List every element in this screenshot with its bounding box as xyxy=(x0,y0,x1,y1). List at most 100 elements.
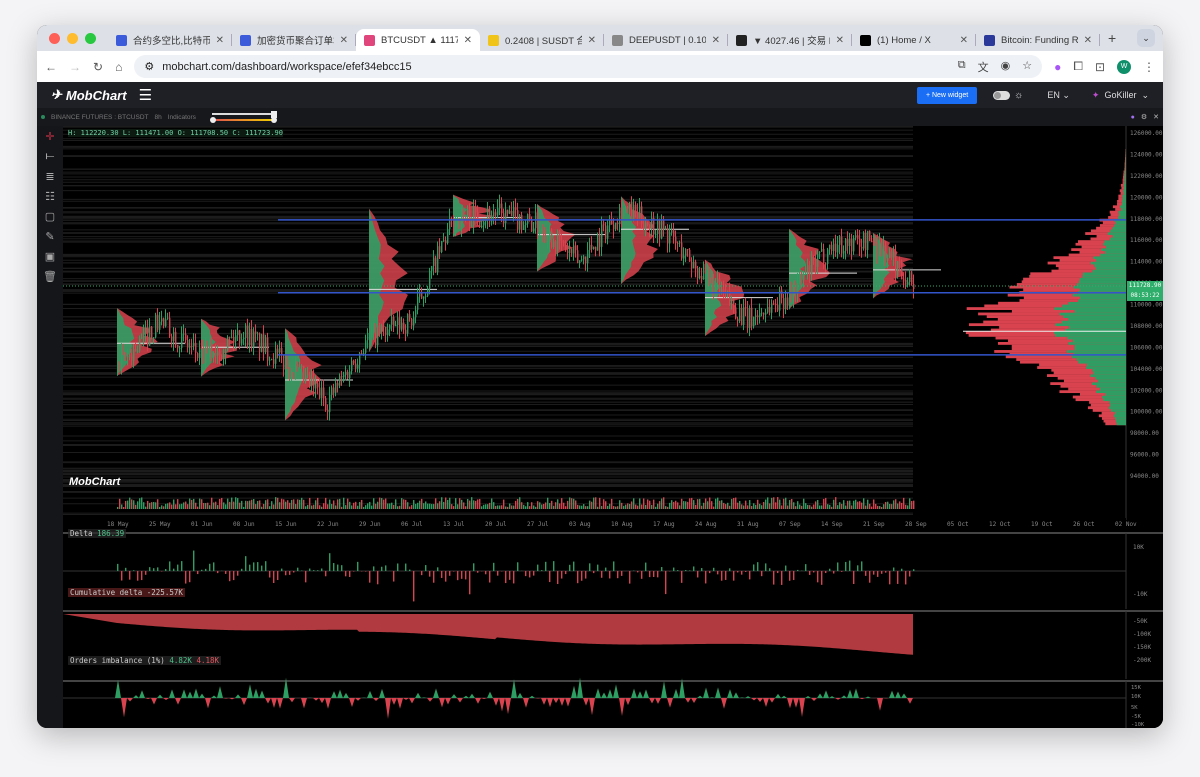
delta-bar xyxy=(165,569,167,571)
interval-select[interactable]: 8h xyxy=(155,114,162,121)
symbol-label[interactable]: BINANCE FUTURES : BTCUSDT xyxy=(51,114,149,121)
ruler-tool-icon[interactable]: ✎ xyxy=(45,230,54,243)
candle-body xyxy=(505,209,507,223)
new-tab-button[interactable]: + xyxy=(1100,30,1124,46)
close-tab-icon[interactable]: ✕ xyxy=(712,35,720,46)
tab-favicon-icon xyxy=(364,34,375,46)
tab-search-button[interactable]: ⌄ xyxy=(1137,29,1155,47)
close-tab-icon[interactable]: ✕ xyxy=(1084,35,1092,46)
reload-icon[interactable]: ↻ xyxy=(93,60,103,74)
url-text[interactable]: mobchart.com/dashboard/workspace/efef34e… xyxy=(162,61,411,73)
extension-icon[interactable]: ● xyxy=(1054,60,1061,74)
volume-bar xyxy=(873,499,875,509)
close-tab-icon[interactable]: ✕ xyxy=(588,35,596,46)
volume-bar xyxy=(525,506,527,509)
home-icon[interactable]: ⌂ xyxy=(115,60,122,74)
candle-body xyxy=(729,291,731,305)
horizontal-line-tool-icon[interactable]: ⟝ xyxy=(45,150,54,163)
volume-bar xyxy=(251,499,253,509)
volume-bar xyxy=(155,502,157,509)
theme-toggle[interactable] xyxy=(993,90,1011,100)
app-logo[interactable]: ✈ MobChart xyxy=(51,87,127,103)
translate-icon[interactable]: 文 xyxy=(978,59,989,75)
chart-area[interactable]: 126000.00 124000.00 122000.00 120000.00 1180… xyxy=(63,125,1163,728)
bookmark-star-icon[interactable]: ☆ xyxy=(1022,59,1032,75)
user-menu[interactable]: ✦ GoKiller ⌄ xyxy=(1092,90,1149,101)
browser-tab[interactable]: ▼ 4027.46 | 交易 ETH ✕ xyxy=(728,29,852,51)
install-icon[interactable]: ⧉ xyxy=(958,59,966,75)
volume-bar xyxy=(319,505,321,509)
candle-body xyxy=(233,336,235,342)
browser-tab[interactable]: Bitcoin: Funding Rate ✕ xyxy=(976,29,1100,51)
extensions-puzzle-icon[interactable]: ⧠ xyxy=(1073,59,1083,74)
close-tab-icon[interactable]: ✕ xyxy=(216,35,224,46)
close-tab-icon[interactable]: ✕ xyxy=(340,35,348,46)
channel-tool-icon[interactable]: ☷ xyxy=(45,190,55,203)
candle-body xyxy=(243,337,245,340)
new-widget-button[interactable]: + New widget xyxy=(916,86,978,104)
volume-bar xyxy=(579,505,581,509)
delta-bar xyxy=(637,571,639,573)
minimize-window-button[interactable] xyxy=(67,32,78,44)
menu-icon[interactable]: ☰ xyxy=(139,86,152,104)
browser-tab[interactable]: (1) Home / X ✕ xyxy=(852,29,976,51)
candle-body xyxy=(567,250,569,254)
candle-body xyxy=(283,355,285,370)
time-tick-label: 31 Aug xyxy=(737,521,759,528)
browser-tab[interactable]: 0.2408 | SUSDT 合约 ✕ xyxy=(480,29,604,51)
chart-canvas[interactable]: 126000.00 124000.00 122000.00 120000.00 1180… xyxy=(63,125,1163,728)
forward-icon[interactable]: → xyxy=(69,60,81,74)
composite-profile-buy xyxy=(1068,317,1126,321)
slider-handle[interactable] xyxy=(209,117,216,123)
settings-icon[interactable]: ⚙ xyxy=(1141,113,1147,121)
close-tab-icon[interactable]: ✕ xyxy=(464,35,472,46)
delta-bar xyxy=(909,571,911,577)
browser-menu-icon[interactable]: ⋮ xyxy=(1143,60,1155,74)
close-tab-icon[interactable]: ✕ xyxy=(836,35,844,46)
candle-body xyxy=(909,272,911,282)
indicators-button[interactable]: Indicators xyxy=(168,114,196,121)
maximize-window-button[interactable] xyxy=(85,32,96,44)
composite-profile-buy xyxy=(1100,253,1126,257)
site-info-icon[interactable]: ⚙ xyxy=(144,60,154,73)
close-tab-icon[interactable]: ✕ xyxy=(960,35,968,46)
candle-body xyxy=(913,283,915,290)
volume-bar xyxy=(361,499,363,509)
close-window-button[interactable] xyxy=(49,32,60,44)
delta-bar xyxy=(905,571,907,585)
volume-bar xyxy=(745,500,747,509)
close-widget-icon[interactable]: ✕ xyxy=(1153,113,1159,121)
url-field[interactable]: ⚙ mobchart.com/dashboard/workspace/efef3… xyxy=(134,55,1043,78)
language-select[interactable]: EN ⌄ xyxy=(1047,90,1070,101)
browser-tab[interactable]: BTCUSDT ▲ 111728 ✕ xyxy=(356,29,480,51)
volume-bar xyxy=(207,502,209,509)
fib-tool-icon[interactable]: ≣ xyxy=(45,170,54,183)
candle-body xyxy=(627,206,629,208)
slider-handle[interactable] xyxy=(270,117,277,123)
volume-bar xyxy=(347,498,349,509)
volume-bar xyxy=(817,499,819,509)
volume-bar xyxy=(771,497,773,509)
back-icon[interactable]: ← xyxy=(45,60,57,74)
browser-tab[interactable]: 加密货币聚合订单本 ✕ xyxy=(232,29,356,51)
delta-bar xyxy=(465,571,467,580)
screenshot-icon[interactable]: ⊡ xyxy=(1095,60,1105,74)
trash-icon[interactable]: 🗑 xyxy=(43,270,57,283)
composite-profile-buy xyxy=(1103,242,1126,246)
crosshair-tool-icon[interactable]: ✛ xyxy=(45,130,54,143)
browser-tab[interactable]: DEEPUSDT | 0.1089 ✕ xyxy=(604,29,728,51)
range-slider[interactable] xyxy=(209,111,278,123)
profile-avatar[interactable]: W xyxy=(1117,59,1131,74)
volume-bar xyxy=(833,499,835,509)
browser-tab[interactable]: 合约多空比,比特币多 ✕ xyxy=(108,29,232,51)
eye-icon[interactable]: ◉ xyxy=(1001,59,1011,75)
candle-body xyxy=(559,230,561,241)
composite-profile-buy xyxy=(1090,261,1126,265)
rectangle-tool-icon[interactable]: ▢ xyxy=(45,210,55,223)
image-tool-icon[interactable]: ▣ xyxy=(45,250,55,263)
volume-bar xyxy=(617,506,619,509)
composite-profile-buy xyxy=(1076,358,1126,361)
candle-body xyxy=(181,333,183,349)
candle-body xyxy=(825,263,827,265)
widget-color-dot[interactable]: ● xyxy=(1131,114,1135,121)
